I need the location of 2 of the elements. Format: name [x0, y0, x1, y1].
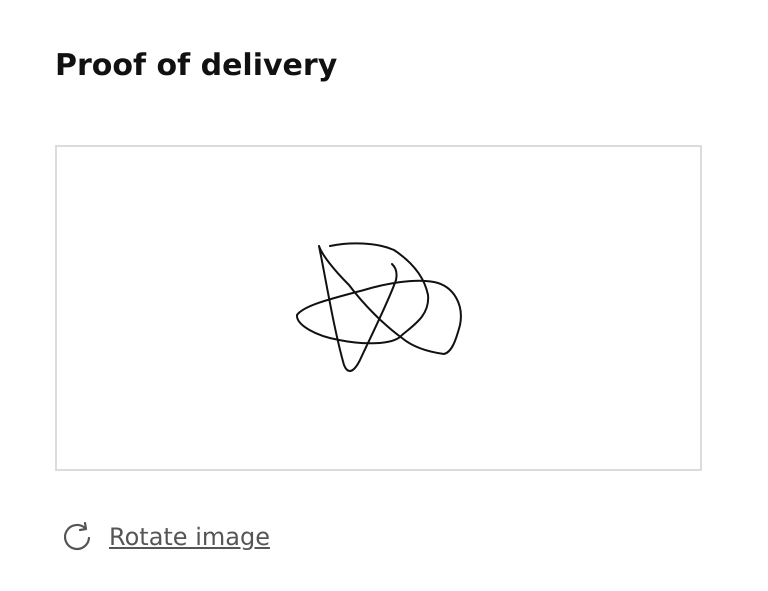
rotate-image-link[interactable]: Rotate image: [109, 523, 270, 551]
section-title: Proof of delivery: [55, 47, 338, 85]
